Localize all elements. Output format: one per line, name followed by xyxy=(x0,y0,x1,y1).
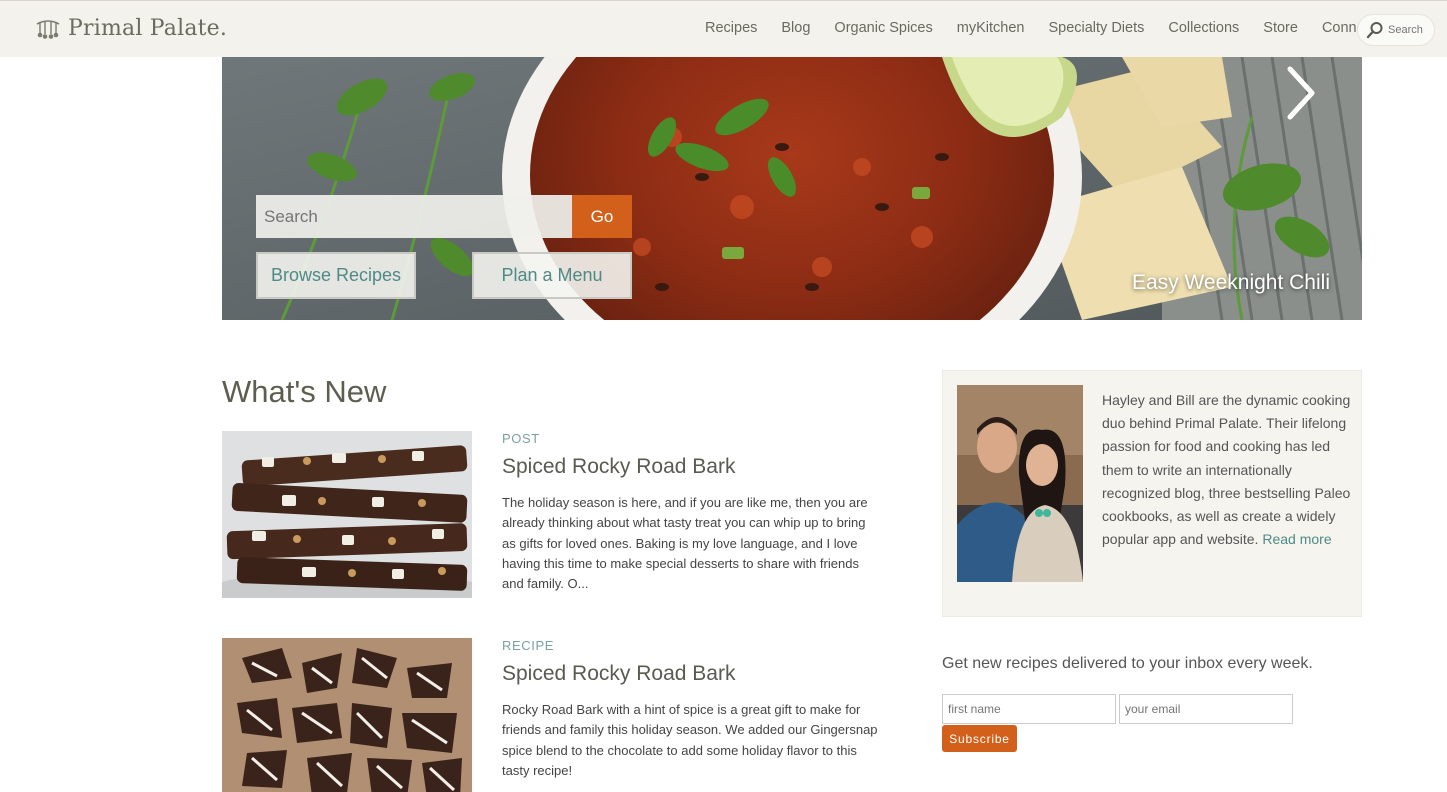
item-description: The holiday season is here, and if you a… xyxy=(502,495,868,592)
newsletter-heading: Get new recipes delivered to your inbox … xyxy=(942,655,1313,672)
whats-new-title: What's New xyxy=(222,374,387,409)
item-title-link[interactable]: Spiced Rocky Road Bark xyxy=(502,455,735,479)
list-item: RECIPE Spiced Rocky Road Bark Rocky Road… xyxy=(222,638,892,792)
post-thumbnail-image[interactable] xyxy=(222,431,472,598)
rocky-road-stack-image xyxy=(222,431,472,598)
item-kind-label: POST xyxy=(502,431,540,446)
nav-item-recipes[interactable]: Recipes xyxy=(705,20,757,36)
logo-icon xyxy=(36,20,60,39)
rocky-road-pieces-image xyxy=(222,638,472,792)
item-kind-label: RECIPE xyxy=(502,638,555,653)
chevron-right-icon[interactable] xyxy=(1280,63,1320,123)
hero-search-input[interactable] xyxy=(256,195,572,238)
item-description: Rocky Road Bark with a hint of spice is … xyxy=(502,702,878,778)
plan-menu-button[interactable]: Plan a Menu xyxy=(472,252,632,299)
nav-search-box[interactable] xyxy=(1357,14,1435,46)
nav-item-store[interactable]: Store xyxy=(1263,20,1298,36)
nav-item-organic-spices[interactable]: Organic Spices xyxy=(834,20,932,36)
about-description: Hayley and Bill are the dynamic cooking … xyxy=(1102,392,1351,548)
nav-search-input[interactable] xyxy=(1388,24,1432,36)
item-title-link[interactable]: Spiced Rocky Road Bark xyxy=(502,662,735,686)
email-field[interactable] xyxy=(1119,694,1293,724)
logo-text: Primal Palate. xyxy=(68,15,228,41)
recipe-thumbnail-image[interactable] xyxy=(222,638,472,792)
nav-item-mykitchen[interactable]: myKitchen xyxy=(957,20,1025,36)
subscribe-button[interactable]: Subscribe xyxy=(942,725,1017,752)
nav-item-specialty-diets[interactable]: Specialty Diets xyxy=(1048,20,1144,36)
about-box: Hayley and Bill are the dynamic cooking … xyxy=(942,370,1362,617)
hero-banner: Go Browse Recipes Plan a Menu Easy Weekn… xyxy=(222,57,1362,320)
browse-recipes-button[interactable]: Browse Recipes xyxy=(256,252,416,299)
about-text: Hayley and Bill are the dynamic cooking … xyxy=(1102,389,1352,551)
site-logo[interactable]: Primal Palate. xyxy=(34,15,227,41)
main-nav: Recipes Blog Organic Spices myKitchen Sp… xyxy=(705,20,1400,36)
nav-item-collections[interactable]: Collections xyxy=(1168,20,1239,36)
top-nav-bar: Primal Palate. Recipes Blog Organic Spic… xyxy=(0,0,1447,57)
nav-item-blog[interactable]: Blog xyxy=(781,20,810,36)
hero-caption[interactable]: Easy Weeknight Chili xyxy=(1132,271,1330,295)
list-item: POST Spiced Rocky Road Bark The holiday … xyxy=(222,431,892,606)
hero-go-button[interactable]: Go xyxy=(572,195,632,238)
authors-photo xyxy=(957,385,1083,582)
read-more-link[interactable]: Read more xyxy=(1262,531,1331,547)
search-icon[interactable] xyxy=(1366,21,1384,39)
first-name-field[interactable] xyxy=(942,694,1116,724)
